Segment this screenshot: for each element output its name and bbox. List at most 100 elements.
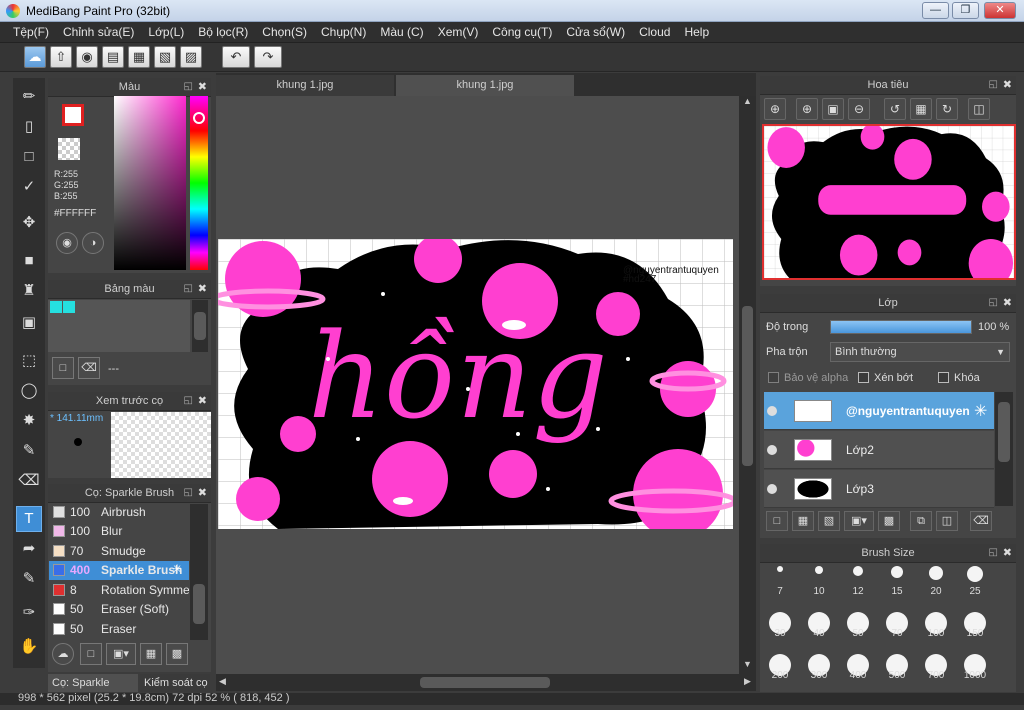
brush-size-option[interactable]: 15 [878, 566, 916, 606]
tab-brush-control[interactable]: Kiểm soát cọ [140, 674, 210, 692]
brush-folder-icon[interactable]: ▩ [166, 643, 188, 665]
brush-size-option[interactable]: 30 [761, 608, 799, 648]
visibility-icon[interactable] [767, 406, 777, 416]
menu-select[interactable]: Chọn(S) [255, 22, 314, 39]
brush-item-rotation-symmetry[interactable]: 8 Rotation Symmetry [49, 581, 189, 600]
brush-item-blur[interactable]: 100 Blur [49, 522, 189, 541]
flip-icon[interactable]: ◫ [968, 98, 990, 120]
popout-icon[interactable]: ◱ [989, 76, 998, 94]
brush-size-option[interactable]: 70 [878, 608, 916, 648]
message-icon[interactable]: ▤ [102, 46, 124, 68]
layer-row-3[interactable]: Lớp3 [764, 470, 994, 508]
redo-button[interactable]: ↷ [254, 46, 282, 68]
merge-layer-icon[interactable]: ◫ [936, 511, 958, 531]
delete-layer-icon[interactable]: ⌫ [970, 511, 992, 531]
palette-settings-icon[interactable]: ◑ [82, 232, 104, 254]
minimize-button[interactable]: — [922, 2, 949, 19]
brush-size-option[interactable]: 500 [878, 650, 916, 690]
delete-palette-icon[interactable]: ⌫ [78, 357, 100, 379]
gear-icon[interactable]: ✳ [172, 562, 182, 576]
grid-icon[interactable]: ▨ [180, 46, 202, 68]
brush-tool-icon[interactable]: ✏ [16, 84, 42, 110]
select-eraser-icon[interactable]: ⌫ [16, 468, 42, 494]
popout-icon[interactable]: ◱ [989, 544, 998, 562]
new-halftone-layer-icon[interactable]: ▦ [792, 511, 814, 531]
menu-filter[interactable]: Bộ lọc(R) [191, 22, 255, 39]
duplicate-layer-icon[interactable]: ⧉ [910, 511, 932, 531]
brush-size-option[interactable]: 150 [956, 608, 994, 648]
palette-swatch[interactable] [50, 301, 62, 313]
canvas-vscrollbar[interactable]: ▲ ▼ [739, 96, 756, 674]
gradient-icon[interactable]: ▣ [16, 310, 42, 336]
saturation-value-picker[interactable] [114, 96, 186, 270]
fit-window-icon[interactable]: ▣ [822, 98, 844, 120]
brush-size-option[interactable]: 50 [839, 608, 877, 648]
brush-item-smudge[interactable]: 70 Smudge [49, 542, 189, 561]
brush-size-option[interactable]: 25 [956, 566, 994, 606]
operation-tool-icon[interactable]: ➦ [16, 536, 42, 562]
menu-capture[interactable]: Chụp(N) [314, 22, 373, 39]
close-icon[interactable]: ✖ [198, 78, 207, 96]
brush-size-option[interactable]: 200 [761, 650, 799, 690]
primary-color-swatch[interactable] [62, 104, 84, 126]
close-icon[interactable]: ✖ [1003, 76, 1012, 94]
close-icon[interactable]: ✖ [198, 392, 207, 410]
menu-layer[interactable]: Lớp(L) [141, 22, 191, 39]
magic-wand-icon[interactable]: ✸ [16, 408, 42, 434]
palette-scrollbar[interactable] [192, 300, 208, 352]
brush-size-option[interactable]: 7 [761, 566, 799, 606]
palette-icon[interactable]: ◉ [56, 232, 78, 254]
opacity-slider[interactable] [830, 320, 972, 334]
hue-handle[interactable] [193, 112, 205, 124]
cloud-icon[interactable]: ☁ [24, 46, 46, 68]
rectangle-tool-icon[interactable]: □ [16, 144, 42, 170]
new-palette-icon[interactable]: □ [52, 357, 74, 379]
tab-document-1[interactable]: khung 1.jpg [216, 75, 394, 96]
manga-page-icon[interactable]: ▧ [154, 46, 176, 68]
menu-help[interactable]: Help [677, 22, 716, 39]
add-brush-icon[interactable]: ▣▾ [106, 643, 136, 665]
layer-folder-icon[interactable]: ▩ [878, 511, 900, 531]
bucket-icon[interactable]: ♜ [16, 278, 42, 304]
brush-size-option[interactable]: 100 [917, 608, 955, 648]
fit-icon[interactable]: ▦ [910, 98, 932, 120]
menu-tools[interactable]: Công cụ(T) [485, 22, 559, 39]
hand-tool-icon[interactable]: ✋ [16, 634, 42, 660]
select-pen-icon[interactable]: ✎ [16, 438, 42, 464]
brush-size-option[interactable]: 20 [917, 566, 955, 606]
artwork-canvas[interactable]: hồng @nguyentrantuquyen #hd247 [218, 239, 733, 529]
tab-brush[interactable]: Cọ: Sparkle Brush [48, 674, 138, 707]
brush-size-option[interactable]: 10 [800, 566, 838, 606]
gear-icon[interactable]: ✳ [974, 401, 987, 421]
rotate-left-icon[interactable]: ↺ [884, 98, 906, 120]
comment-icon[interactable]: ◉ [76, 46, 98, 68]
layers-scrollbar[interactable] [995, 392, 1013, 506]
palette-swatch[interactable] [63, 301, 75, 313]
canvas-hscrollbar[interactable]: ◀ ▶ [216, 674, 756, 691]
zoom-in-icon[interactable]: ⊕ [796, 98, 818, 120]
protect-alpha-checkbox[interactable] [768, 372, 779, 383]
zoom-actual-icon[interactable]: ⊕ [764, 98, 786, 120]
brush-settings-icon[interactable]: ▦ [140, 643, 162, 665]
brush-size-option[interactable]: 1000 [956, 650, 994, 690]
maximize-button[interactable]: ❐ [952, 2, 979, 19]
brush-size-option[interactable]: 40 [800, 608, 838, 648]
layer-row-2[interactable]: Lớp2 [764, 431, 994, 469]
brush-item-sparkle[interactable]: 400 Sparkle Brush ✳ [49, 561, 189, 580]
page-icon[interactable]: ▦ [128, 46, 150, 68]
navigator-preview[interactable] [762, 124, 1016, 280]
popout-icon[interactable]: ◱ [184, 484, 193, 502]
brush-item-eraser[interactable]: 50 Eraser [49, 620, 189, 639]
close-icon[interactable]: ✖ [1003, 294, 1012, 312]
popout-icon[interactable]: ◱ [184, 392, 193, 410]
menu-color[interactable]: Màu (C) [373, 22, 430, 39]
new-brush-icon[interactable]: □ [80, 643, 102, 665]
visibility-icon[interactable] [767, 445, 777, 455]
clipping-checkbox[interactable] [858, 372, 869, 383]
rotate-right-icon[interactable]: ↻ [936, 98, 958, 120]
new-8bit-layer-icon[interactable]: ▧ [818, 511, 840, 531]
tab-document-2[interactable]: khung 1.jpg [396, 75, 574, 96]
close-button[interactable]: ✕ [984, 2, 1016, 19]
popout-icon[interactable]: ◱ [184, 280, 193, 298]
popout-icon[interactable]: ◱ [184, 78, 193, 96]
